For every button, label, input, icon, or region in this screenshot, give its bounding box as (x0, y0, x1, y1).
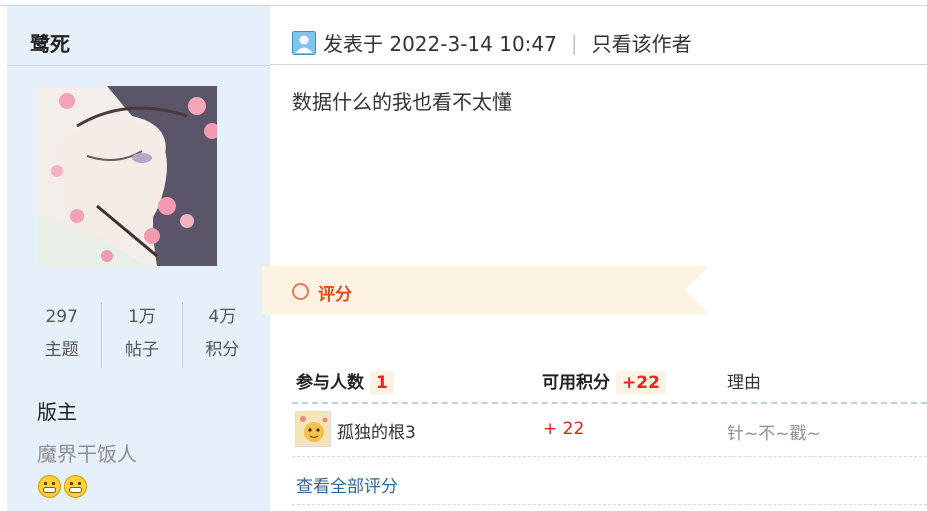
participants-header: 参与人数 1 (296, 368, 394, 395)
grin-face-icon (64, 475, 87, 498)
author-role: 版主 (37, 400, 77, 424)
post-date: 发表于 2022-3-14 10:47 (323, 32, 557, 56)
author-header: 鹭死 (7, 6, 270, 66)
author-stats: 297 主题 1万 帖子 4万 积分 (22, 302, 262, 368)
author-only-link[interactable]: 只看该作者 (592, 28, 692, 57)
post-content: 数据什么的我也看不太懂 (292, 90, 512, 114)
meta-separator: | (570, 30, 578, 55)
credits-label: 可用积分 (542, 373, 610, 393)
stat-posts-label: 帖子 (124, 340, 159, 360)
rating-table-header: 参与人数 1 可用积分 +22 理由 (292, 358, 927, 404)
rater-avatar[interactable] (295, 411, 331, 447)
stat-threads[interactable]: 297 主题 (22, 302, 101, 368)
participants-count-badge: 1 (370, 371, 394, 395)
reason-header: 理由 (727, 373, 761, 393)
view-all-ratings-link[interactable]: 查看全部评分 (296, 472, 398, 497)
rating-title: 评分 (318, 285, 352, 305)
author-name[interactable]: 鹭死 (30, 28, 70, 57)
post-header: 发表于 2022-3-14 10:47 | 只看该作者 (270, 6, 927, 65)
rater-reason: 针~不~戳~ (727, 424, 821, 444)
stat-threads-label: 主题 (44, 340, 79, 360)
credits-header: 可用积分 +22 (542, 368, 666, 395)
credits-total-badge: +22 (616, 371, 666, 395)
author-sidebar: 鹭死 297 主题 1万 帖子 4万 积分 版主 魔界干饭人 (7, 6, 270, 511)
stat-credits-label: 积分 (205, 340, 240, 360)
post-meta: 发表于 2022-3-14 10:47 | 只看该作者 (323, 28, 692, 57)
stat-credits-value: 4万 (208, 307, 237, 327)
stat-posts[interactable]: 1万 帖子 (101, 302, 181, 368)
author-signature: 魔界干饭人 (37, 442, 137, 466)
participants-label: 参与人数 (296, 373, 364, 393)
rating-table: 参与人数 1 可用积分 +22 理由 孤独的根3 + 22 针~不~戳~ 查看全部评… (292, 358, 927, 505)
rating-circle-icon (292, 283, 309, 300)
rater-credit: + 22 (543, 419, 585, 439)
stat-threads-value: 297 (45, 307, 78, 327)
rater-username-link[interactable]: 孤独的根3 (337, 418, 416, 443)
author-avatar[interactable] (37, 86, 217, 266)
user-icon (292, 31, 316, 55)
stat-credits[interactable]: 4万 积分 (181, 302, 262, 368)
grin-face-icon (38, 475, 61, 498)
stat-posts-value: 1万 (128, 307, 156, 327)
author-medals (37, 474, 88, 499)
